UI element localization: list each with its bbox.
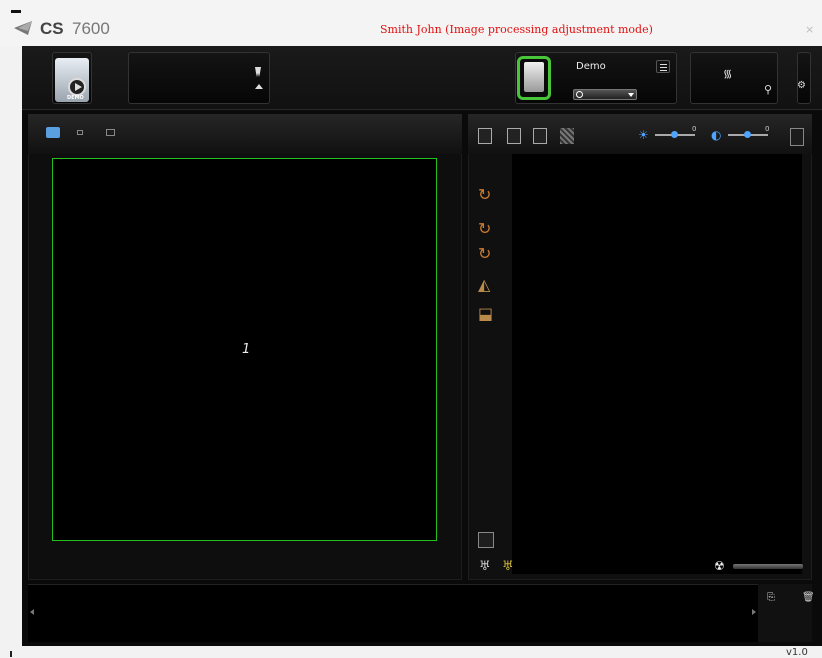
window-title: Smith John (Image processing adjustment … (380, 23, 653, 36)
chevron-right-icon[interactable] (752, 609, 756, 615)
viewport-number: 1 (242, 342, 251, 357)
demo-badge: DEMO (67, 95, 84, 101)
tooth-view-icon[interactable] (507, 128, 521, 144)
contrast-value: 0 (765, 125, 770, 133)
cs-logo-icon (14, 21, 32, 35)
tooth-annotate-icon[interactable]: ♅ (502, 559, 514, 574)
tooth-select-icon[interactable]: ♅ (479, 559, 491, 574)
trash-icon[interactable]: 🗑 (802, 592, 815, 603)
wifi-icon: ᯾ (723, 67, 733, 80)
flip-vertical-icon[interactable]: ⬓ (478, 304, 500, 323)
app-model: 7600 (72, 19, 110, 38)
device-name: Demo (576, 61, 606, 72)
layout-single-icon[interactable] (77, 130, 83, 135)
connection-panel[interactable] (690, 52, 778, 104)
usb-icon: ⚲ (764, 83, 773, 96)
window-corner-mark (11, 10, 21, 13)
gear-icon: ⚙ (797, 80, 806, 91)
tooth-outline-icon[interactable] (533, 128, 547, 144)
brightness-icon: ☀ (638, 128, 649, 142)
rotate-clockwise-icon[interactable]: ↻ (478, 186, 500, 204)
dose-slider[interactable] (733, 564, 803, 569)
contrast-icon: ◐ (711, 128, 722, 142)
export-icon[interactable] (790, 128, 804, 146)
app-brand: CS (40, 19, 64, 38)
filter-pattern-icon[interactable] (560, 128, 574, 144)
menu-icon[interactable] (656, 60, 670, 73)
copy-icon[interactable]: ⎘ (767, 592, 775, 603)
contrast-slider-handle[interactable] (744, 131, 751, 138)
chevron-left-icon[interactable] (30, 609, 34, 615)
camera-icon[interactable] (106, 129, 115, 136)
view-compare-icon[interactable] (478, 128, 492, 144)
version-label: v1.0 (786, 647, 808, 658)
chevron-down-icon (628, 93, 634, 97)
rotate-180-icon[interactable]: ↻ (478, 245, 500, 263)
scanner-icon (524, 62, 544, 92)
mirror-horizontal-icon[interactable]: ◭ (478, 275, 500, 294)
chevron-up-icon[interactable] (255, 84, 263, 89)
rotate-counterclockwise-icon[interactable]: ↻ (478, 220, 500, 238)
left-panel-header (28, 114, 462, 154)
thumbnail-strip[interactable] (28, 584, 812, 642)
radiation-icon: ☢ (714, 559, 725, 573)
window-edge-mark (10, 651, 12, 657)
tooth-icon (255, 67, 261, 77)
layout-quad-icon[interactable] (46, 127, 60, 138)
tooth-selector-button[interactable] (128, 52, 270, 104)
zoom-fit-icon[interactable] (478, 532, 494, 548)
power-icon (576, 91, 583, 98)
brightness-value: 0 (692, 125, 697, 133)
close-icon[interactable]: × (805, 23, 814, 36)
preview-viewport[interactable] (512, 154, 802, 574)
brightness-slider-handle[interactable] (671, 131, 678, 138)
settings-button[interactable] (797, 52, 811, 104)
play-icon (68, 78, 86, 96)
